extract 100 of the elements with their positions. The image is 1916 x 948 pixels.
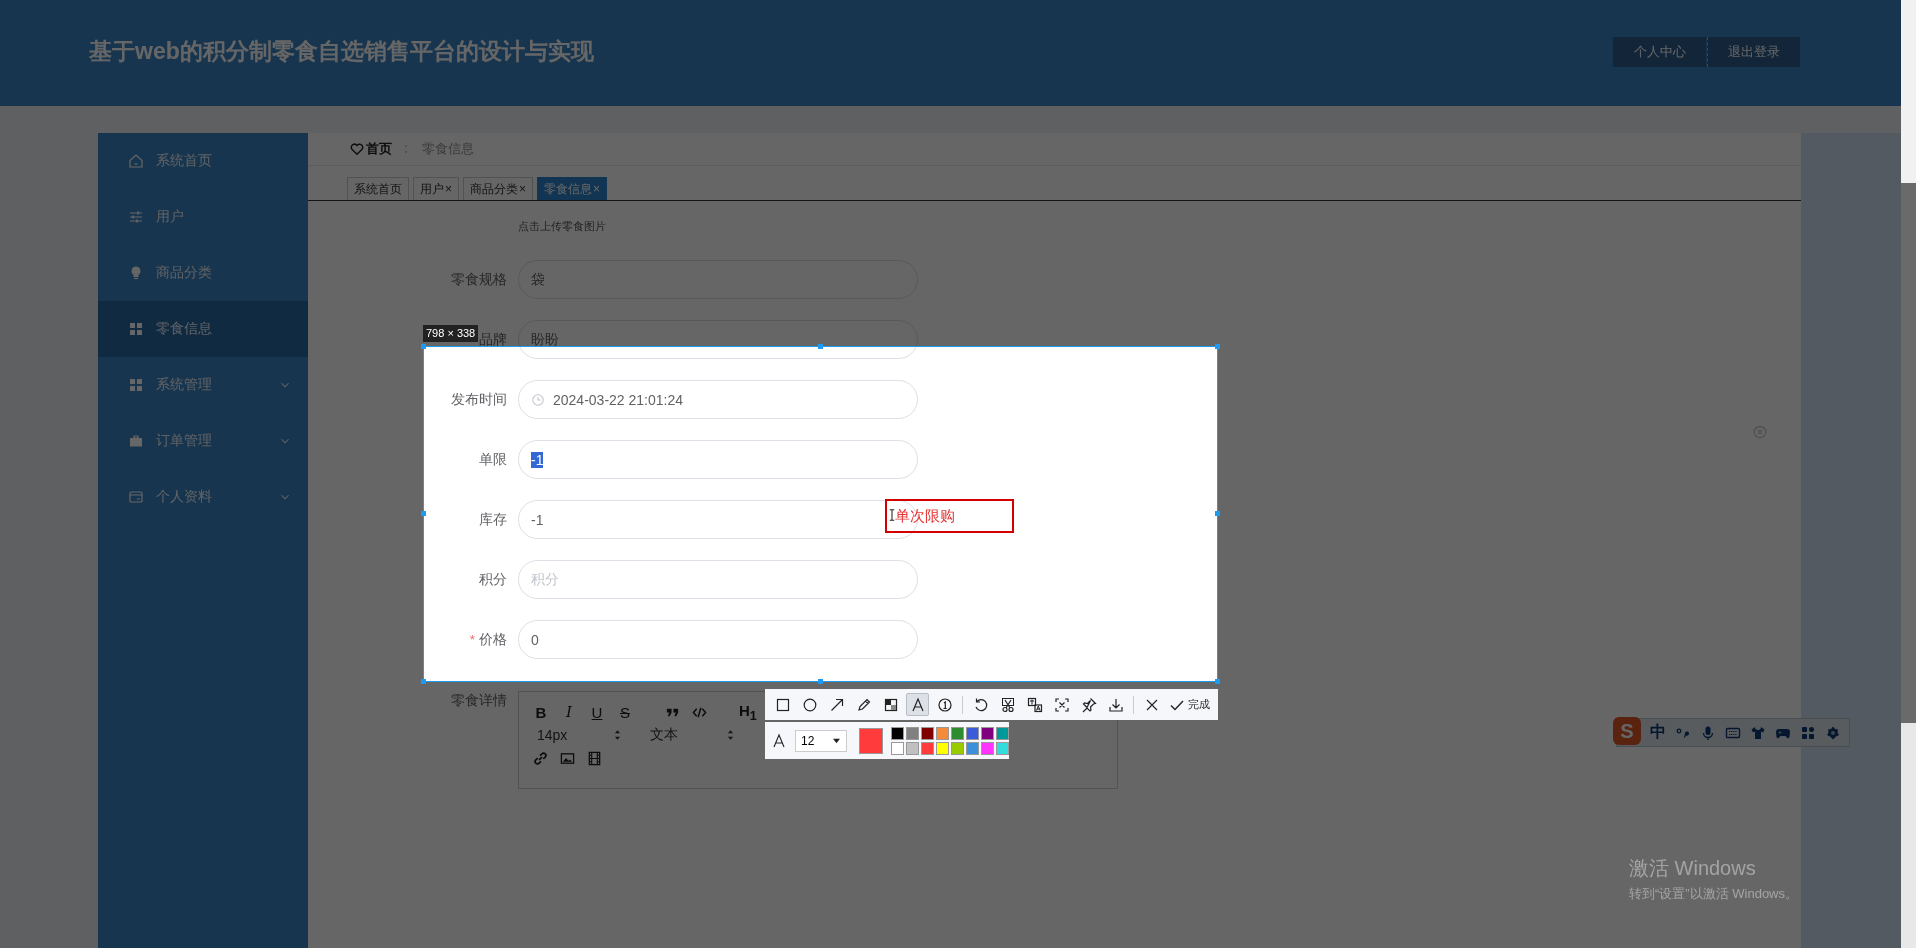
pencil-icon <box>855 696 872 713</box>
sliders-icon <box>128 209 144 225</box>
font-size-dropdown[interactable]: 12 <box>795 729 847 752</box>
sidebar-item[interactable]: 系统首页 <box>98 133 308 189</box>
download-icon <box>1107 696 1124 713</box>
microphone-icon[interactable] <box>1700 724 1716 741</box>
close-icon[interactable]: × <box>445 182 452 196</box>
text-tool-icon <box>909 696 926 713</box>
color-swatch[interactable] <box>936 741 949 755</box>
circle-icon <box>801 696 818 713</box>
resize-handle[interactable] <box>421 511 426 516</box>
pin-icon <box>1080 696 1097 713</box>
ime-logo[interactable]: S <box>1613 716 1641 745</box>
color-swatch[interactable] <box>996 741 1009 755</box>
paragraph-select[interactable]: 文本 <box>646 726 738 744</box>
underline-button[interactable]: U <box>589 703 605 721</box>
field-label: 积分 <box>479 570 507 589</box>
image-icon <box>560 750 575 766</box>
resize-handle[interactable] <box>818 344 823 349</box>
color-swatch[interactable] <box>891 741 904 755</box>
activation-subtitle: 转到“设置”以激活 Windows。 <box>1629 885 1798 903</box>
grid-icon <box>128 377 144 393</box>
color-swatch[interactable] <box>981 741 994 755</box>
resize-handle[interactable] <box>818 679 823 684</box>
scrollbar[interactable] <box>1901 0 1916 948</box>
mosaic-icon <box>882 696 899 713</box>
link-icon <box>533 750 548 766</box>
translate-icon <box>1026 696 1043 713</box>
text-cursor-icon <box>889 508 895 522</box>
apps-icon[interactable] <box>1800 724 1816 741</box>
color-swatch[interactable] <box>906 726 919 740</box>
bracket-icon <box>1053 696 1070 713</box>
scissors-icon <box>999 696 1016 713</box>
rectangle-icon <box>774 696 791 713</box>
current-color-swatch[interactable] <box>859 727 883 754</box>
italic-button[interactable]: I <box>561 703 577 721</box>
profile-button[interactable]: 个人中心 <box>1613 36 1706 67</box>
tab[interactable]: 商品分类× <box>463 177 534 200</box>
shirt-icon[interactable] <box>1750 724 1766 741</box>
close-icon[interactable]: × <box>593 182 601 196</box>
sidebar-item[interactable]: 个人资料 <box>98 469 308 525</box>
color-swatch[interactable] <box>921 741 934 755</box>
color-swatch[interactable] <box>951 726 964 740</box>
home-icon <box>128 153 144 169</box>
color-swatch[interactable] <box>921 726 934 740</box>
sidebar-item[interactable]: 零食信息 <box>98 301 308 357</box>
bold-button[interactable]: B <box>533 703 549 721</box>
color-swatch[interactable] <box>906 741 919 755</box>
color-swatch[interactable] <box>966 726 979 740</box>
resize-handle[interactable] <box>1215 344 1220 349</box>
resize-handle[interactable] <box>1215 511 1220 516</box>
heading-button[interactable]: H$_{1}$ <box>739 701 757 723</box>
caret-icon <box>832 737 841 744</box>
color-swatch[interactable] <box>951 741 964 755</box>
color-swatch[interactable] <box>981 726 994 740</box>
color-swatch[interactable] <box>966 741 979 755</box>
sidebar-item[interactable]: 商品分类 <box>98 245 308 301</box>
settings-icon[interactable] <box>1825 724 1841 741</box>
card-icon <box>128 489 144 505</box>
field-label: 品牌 <box>479 330 507 349</box>
resize-handle[interactable] <box>421 679 426 684</box>
required-mark: * <box>469 632 475 647</box>
heart-icon <box>350 142 364 156</box>
field-label: 库存 <box>479 510 507 529</box>
updown-icon <box>614 729 621 741</box>
done-button[interactable]: 完成 <box>1167 694 1212 715</box>
strikethrough-button[interactable]: S <box>617 703 633 721</box>
field-label: 零食规格 <box>451 270 507 289</box>
sidebar-item[interactable]: 用户 <box>98 189 308 245</box>
updown-icon <box>727 729 734 741</box>
field-label: 价格 <box>479 630 507 649</box>
grid-icon <box>128 321 144 337</box>
tab[interactable]: 零食信息× <box>537 177 608 200</box>
breadcrumb-link[interactable]: 首页 <box>366 140 392 158</box>
tab[interactable]: 用户× <box>413 177 459 200</box>
size-label: 798 × 338 <box>423 325 479 342</box>
field-label: 零食详情 <box>451 692 507 710</box>
numbered-circle-icon <box>936 696 953 713</box>
site-title: 基于web的积分制零食自选销售平台的设计与实现 <box>89 36 594 66</box>
color-swatch[interactable] <box>936 726 949 740</box>
font-icon <box>771 731 787 750</box>
tab[interactable]: 系统首页 <box>347 177 409 200</box>
close-icon[interactable]: × <box>519 182 527 196</box>
field-label: 发布时间 <box>451 390 507 409</box>
activation-title: 激活 Windows <box>1629 856 1757 881</box>
sidebar-item[interactable]: 订单管理 <box>98 413 308 469</box>
resize-handle[interactable] <box>421 344 426 349</box>
upload-hint[interactable]: 点击上传零食图片 <box>518 220 606 232</box>
input-mode-toggle[interactable]: 中 <box>1650 722 1666 743</box>
text-annotation[interactable]: 单次限购 <box>885 499 1014 533</box>
text-tool-button[interactable] <box>906 693 929 716</box>
resize-handle[interactable] <box>1215 679 1220 684</box>
color-swatch[interactable] <box>891 726 904 740</box>
color-swatch[interactable] <box>996 726 1009 740</box>
font-size-select[interactable]: 14px <box>533 727 625 743</box>
briefcase-icon <box>128 433 144 449</box>
clock-icon <box>531 392 545 407</box>
film-icon <box>587 750 602 766</box>
sidebar-item[interactable]: 系统管理 <box>98 357 308 413</box>
logout-button[interactable]: 退出登录 <box>1707 36 1800 67</box>
